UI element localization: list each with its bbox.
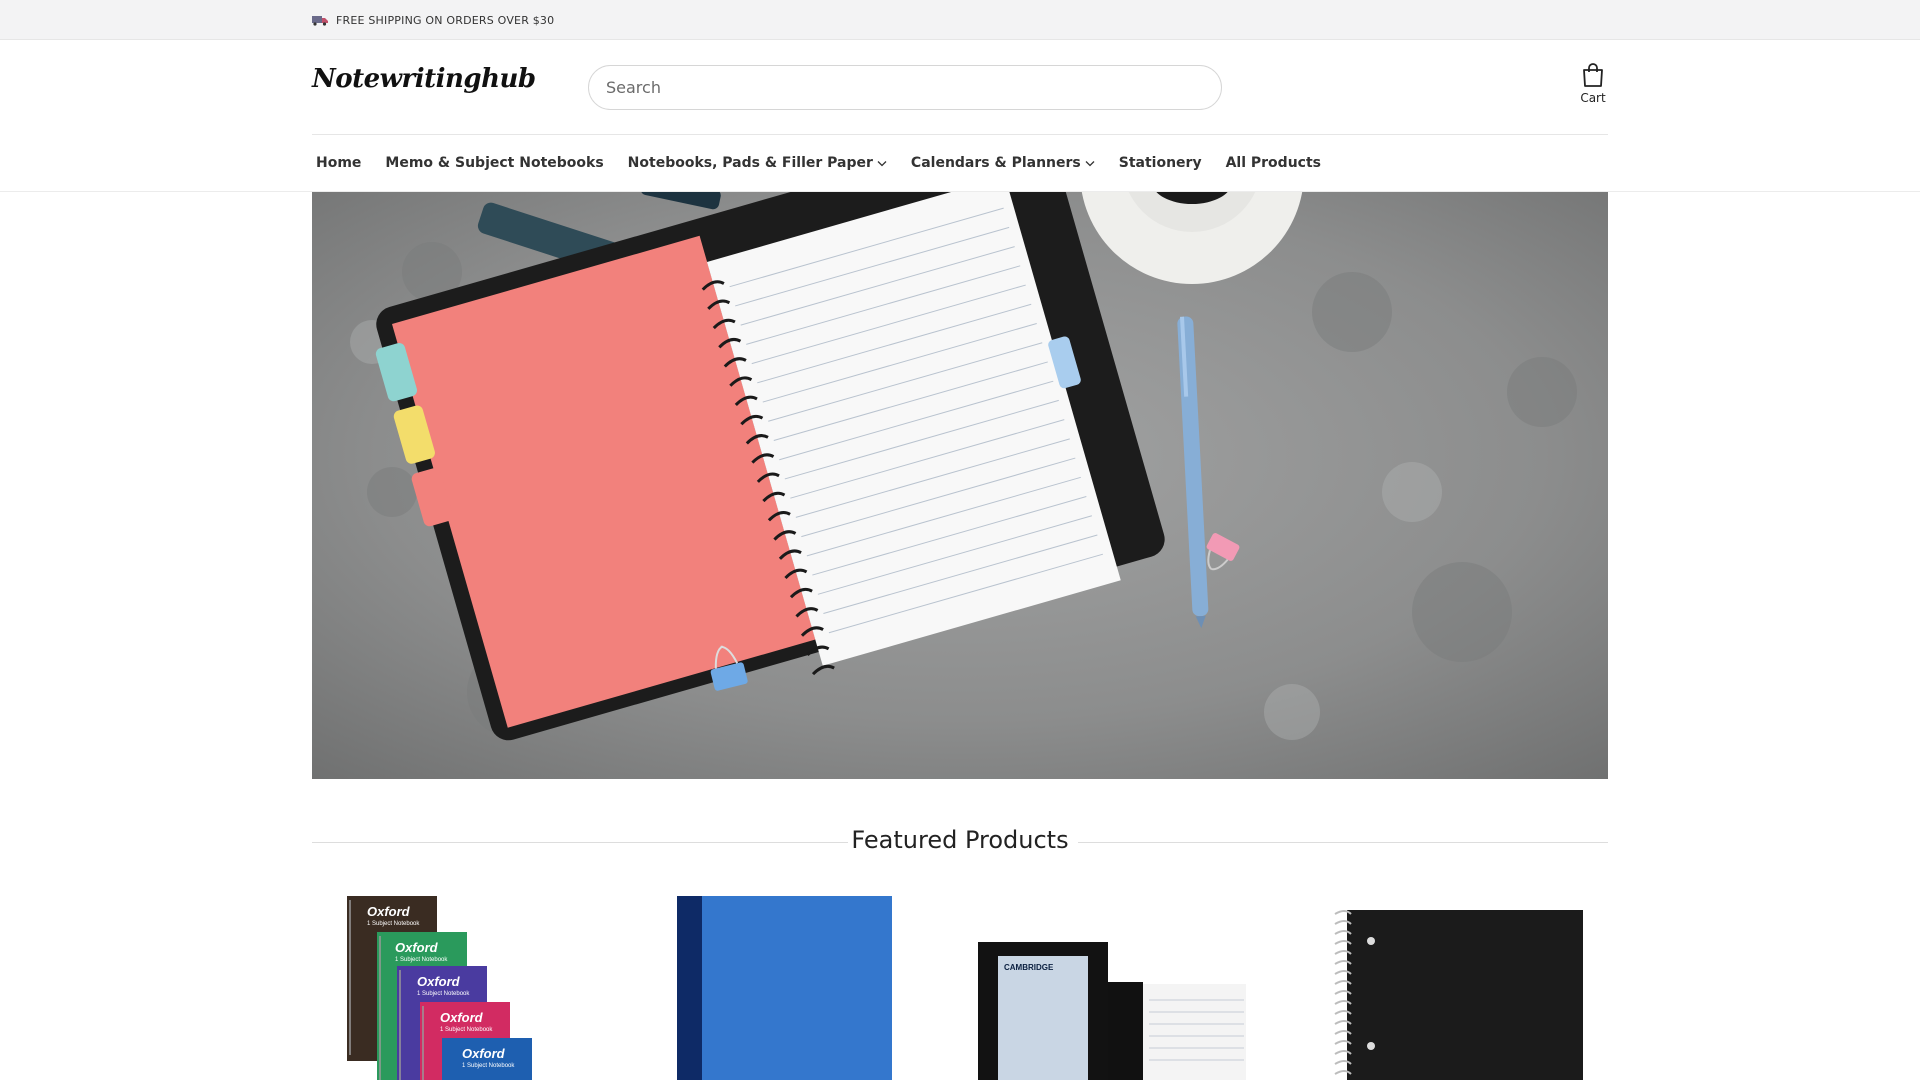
search-input[interactable]: [589, 66, 1221, 109]
product-brand-text: Oxford: [440, 1010, 484, 1025]
shopping-bag-icon: [1583, 63, 1603, 87]
nav-item-stationery[interactable]: Stationery: [1119, 155, 1202, 171]
nav-item-notebooks-pads[interactable]: Notebooks, Pads & Filler Paper: [628, 155, 887, 171]
product-brand-text: Oxford: [367, 904, 411, 919]
nav-item-calendars-planners[interactable]: Calendars & Planners: [911, 155, 1095, 171]
nav-item-home[interactable]: Home: [316, 155, 361, 171]
cart-button[interactable]: Cart: [1578, 62, 1608, 105]
black-spiral-notebook-image: [1334, 910, 1583, 1080]
product-brand-text: Oxford: [417, 974, 461, 989]
cambridge-notebook-image: CAMBRIDGE: [978, 942, 1246, 1080]
product-card[interactable]: [674, 890, 974, 1080]
nav-item-label: Stationery: [1118, 155, 1202, 171]
featured-products-header: Featured Products: [312, 822, 1608, 862]
featured-products-grid: Oxford Oxford Oxford Oxford Oxford 1 Sub…: [312, 890, 1608, 1080]
product-sub-text: 1 Subject Notebook: [462, 1063, 515, 1069]
product-brand-text: Oxford: [462, 1046, 506, 1061]
truck-icon: [312, 16, 328, 26]
oxford-notebooks-image: Oxford Oxford Oxford Oxford Oxford 1 Sub…: [347, 896, 532, 1080]
blue-binder-image: [677, 896, 892, 1080]
chevron-down-icon: [1085, 160, 1095, 166]
nav-item-memo-subject-notebooks[interactable]: Memo & Subject Notebooks: [385, 155, 603, 171]
product-sub-text: 1 Subject Notebook: [440, 1027, 493, 1033]
nav-item-label: Memo & Subject Notebooks: [385, 155, 604, 171]
product-card[interactable]: Oxford Oxford Oxford Oxford Oxford 1 Sub…: [342, 890, 642, 1080]
product-sub-text: 1 Subject Notebook: [367, 921, 420, 927]
announcement-bar: FREE SHIPPING ON ORDERS OVER $30: [0, 0, 1920, 40]
chevron-down-icon: [877, 160, 887, 166]
main-nav: Home Memo & Subject Notebooks Notebooks,…: [312, 135, 1608, 191]
divider-right: [1078, 842, 1608, 843]
shipping-banner-text: FREE SHIPPING ON ORDERS OVER $30: [336, 13, 555, 27]
product-sub-text: 1 Subject Notebook: [395, 957, 448, 963]
product-card[interactable]: CAMBRIDGE: [974, 890, 1274, 1080]
notebook-desk-photo: [312, 192, 1608, 779]
product-sub-text: 1 Subject Notebook: [417, 991, 470, 997]
product-brand-text: Oxford: [395, 940, 439, 955]
nav-item-label: All Products: [1225, 155, 1321, 171]
search-box[interactable]: [588, 65, 1222, 110]
site-header: Notewritinghub Cart: [312, 40, 1608, 135]
site-logo[interactable]: Notewritinghub: [312, 64, 536, 94]
nav-item-label: Calendars & Planners: [910, 155, 1081, 171]
cart-label: Cart: [1580, 91, 1606, 105]
nav-item-label: Home: [316, 155, 362, 171]
featured-products-title: Featured Products: [851, 826, 1069, 854]
product-card[interactable]: [1327, 890, 1608, 1080]
nav-item-label: Notebooks, Pads & Filler Paper: [627, 155, 873, 171]
hero-banner[interactable]: [312, 192, 1608, 779]
product-brand-text: CAMBRIDGE: [1004, 963, 1054, 972]
nav-item-all-products[interactable]: All Products: [1226, 155, 1321, 171]
